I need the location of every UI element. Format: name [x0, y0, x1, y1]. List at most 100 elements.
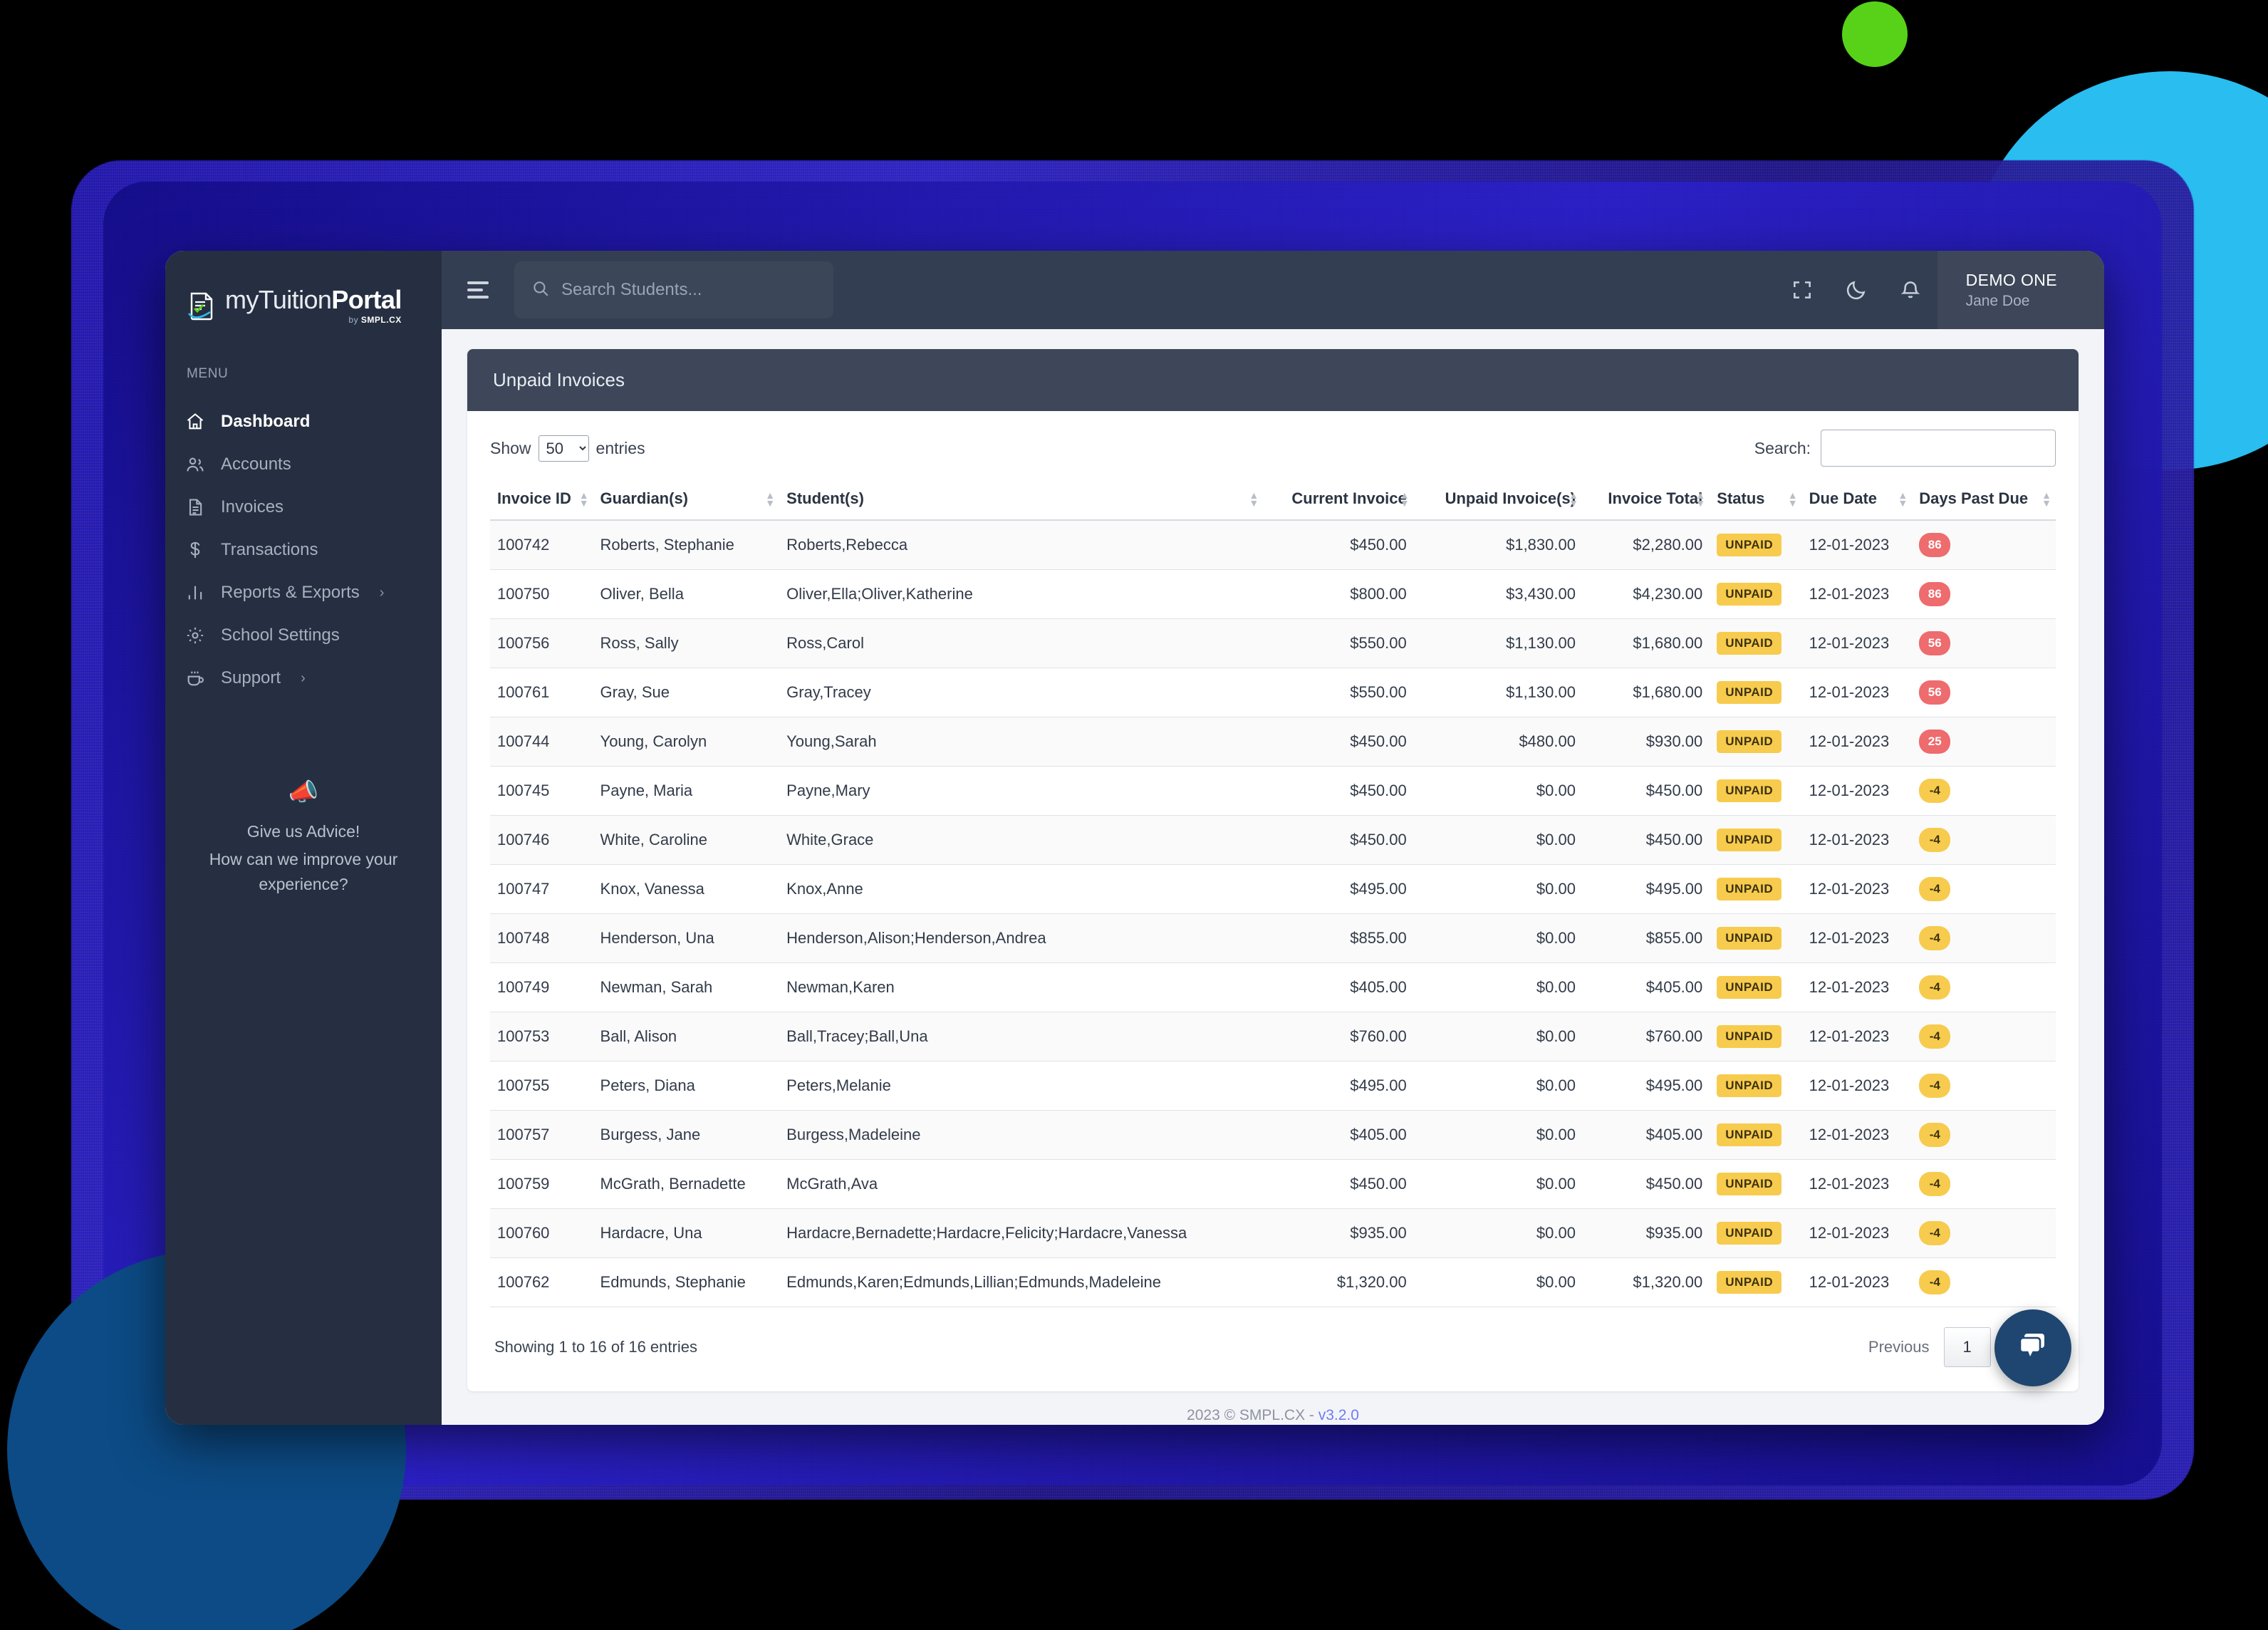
cell-days-past-due: -4	[1912, 1012, 2056, 1061]
sidebar-item-transactions[interactable]: Transactions	[165, 529, 442, 571]
hamburger-icon[interactable]	[467, 279, 493, 301]
col-current-invoice[interactable]: Current Invoice ▲ ▼	[1263, 479, 1414, 521]
col-unpaid-invoices[interactable]: Unpaid Invoice(s) ▲ ▼	[1413, 479, 1583, 521]
sidebar-item-accounts[interactable]: Accounts	[165, 443, 442, 486]
cell-due-date: 12-01-2023	[1801, 618, 1913, 668]
cell-guardians: Oliver, Bella	[593, 569, 780, 619]
table-row[interactable]: 100744 Young, Carolyn Young,Sarah $450.00 $4…	[490, 717, 2056, 767]
app-window: myTuitionPortal by SMPL.CX MENU Dashboar…	[165, 251, 2104, 1425]
table-controls: Show 102550100 entries Search:	[490, 430, 2056, 467]
cell-unpaid-invoices: $480.00	[1413, 717, 1583, 767]
cell-status: UNPAID	[1710, 668, 1802, 717]
table-search-control[interactable]: Search:	[1754, 430, 2056, 467]
status-badge: UNPAID	[1717, 1173, 1782, 1195]
cell-unpaid-invoices: $3,430.00	[1413, 569, 1583, 619]
table-row[interactable]: 100755 Peters, Diana Peters,Melanie $495.00…	[490, 1061, 2056, 1111]
col-due-date[interactable]: Due Date ▲ ▼	[1801, 479, 1913, 521]
top-bar-right: DEMO ONE Jane Doe	[1775, 251, 2104, 329]
sidebar-item-school-settings[interactable]: School Settings	[165, 614, 442, 657]
table-row[interactable]: 100757 Burgess, Jane Burgess,Madeleine $405…	[490, 1110, 2056, 1160]
cell-invoice-id: 100748	[490, 913, 593, 963]
cell-current-invoice: $405.00	[1263, 962, 1414, 1012]
cell-invoice-id: 100745	[490, 766, 593, 816]
cell-current-invoice: $800.00	[1263, 569, 1414, 619]
table-row[interactable]: 100750 Oliver, Bella Oliver,Ella;Oliver,Ka…	[490, 569, 2056, 619]
cell-students: Young,Sarah	[779, 717, 1264, 767]
table-row[interactable]: 100742 Roberts, Stephanie Roberts,Rebecca $…	[490, 520, 2056, 570]
showing-entries-info: Showing 1 to 16 of 16 entries	[494, 1338, 697, 1356]
sort-icon: ▲ ▼	[1898, 489, 1908, 509]
table-row[interactable]: 100746 White, Caroline White,Grace $450.00 $…	[490, 815, 2056, 865]
cell-days-past-due: -4	[1912, 1159, 2056, 1209]
sidebar-item-invoices[interactable]: Invoices	[165, 486, 442, 529]
page-length-control[interactable]: Show 102550100 entries	[490, 435, 645, 462]
sidebar-item-dashboard[interactable]: Dashboard	[165, 400, 442, 443]
cell-unpaid-invoices: $0.00	[1413, 766, 1583, 816]
table-row[interactable]: 100745 Payne, Maria Payne,Mary $450.00 $0.00…	[490, 766, 2056, 816]
page-length-select[interactable]: 102550100	[538, 435, 589, 462]
cell-invoice-total: $760.00	[1582, 1012, 1710, 1061]
status-badge: UNPAID	[1717, 534, 1782, 556]
pagination-previous[interactable]: Previous	[1854, 1328, 1944, 1366]
fullscreen-icon[interactable]	[1775, 279, 1829, 301]
col-invoice-id[interactable]: Invoice ID ▲ ▼	[490, 479, 593, 521]
sidebar-item-support[interactable]: Support ›	[165, 657, 442, 700]
card-body: Show 102550100 entries Search:	[467, 411, 2079, 1391]
status-badge: UNPAID	[1717, 730, 1782, 753]
chat-widget-button[interactable]	[1994, 1309, 2071, 1386]
cell-current-invoice: $855.00	[1263, 913, 1414, 963]
col-students[interactable]: Student(s) ▲ ▼	[779, 479, 1264, 521]
cell-invoice-id: 100762	[490, 1257, 593, 1307]
sidebar-item-reports-exports[interactable]: Reports & Exports ›	[165, 571, 442, 614]
table-row[interactable]: 100747 Knox, Vanessa Knox,Anne $495.00 $0.00…	[490, 864, 2056, 914]
cell-invoice-id: 100753	[490, 1012, 593, 1061]
table-row[interactable]: 100753 Ball, Alison Ball,Tracey;Ball,Una $7…	[490, 1012, 2056, 1061]
cell-invoice-total: $930.00	[1582, 717, 1710, 767]
col-guardians[interactable]: Guardian(s) ▲ ▼	[593, 479, 780, 521]
table-row[interactable]: 100762 Edmunds, Stephanie Edmunds,Karen;Ed…	[490, 1257, 2056, 1307]
table-row[interactable]: 100760 Hardacre, Una Hardacre,Bernadette;H…	[490, 1208, 2056, 1258]
table-row[interactable]: 100756 Ross, Sally Ross,Carol $550.00 $1,130…	[490, 618, 2056, 668]
gear-icon	[185, 625, 205, 645]
table-row[interactable]: 100759 McGrath, Bernadette McGrath,Ava $450…	[490, 1159, 2056, 1209]
pagination-page-1[interactable]: 1	[1943, 1327, 1991, 1367]
cell-invoice-total: $405.00	[1582, 962, 1710, 1012]
cell-invoice-id: 100742	[490, 520, 593, 570]
status-badge: UNPAID	[1717, 1074, 1782, 1097]
col-status[interactable]: Status ▲ ▼	[1710, 479, 1802, 521]
days-past-due-badge: -4	[1919, 1172, 1951, 1196]
unpaid-invoices-card: Unpaid Invoices Show 102550100 entries S…	[467, 349, 2079, 1391]
table-row[interactable]: 100761 Gray, Sue Gray,Tracey $550.00 $1,130.…	[490, 668, 2056, 717]
cell-status: UNPAID	[1710, 569, 1802, 619]
col-days-past-due[interactable]: Days Past Due ▲ ▼	[1912, 479, 2056, 521]
advice-panel[interactable]: 📣 Give us Advice! How can we improve you…	[165, 778, 442, 896]
cell-guardians: White, Caroline	[593, 815, 780, 865]
brand-logo-block[interactable]: myTuitionPortal by SMPL.CX	[165, 251, 442, 329]
sidebar-item-label: Reports & Exports	[221, 583, 360, 602]
cell-current-invoice: $550.00	[1263, 668, 1414, 717]
col-invoice-total[interactable]: Invoice Total ▲ ▼	[1582, 479, 1710, 521]
cell-due-date: 12-01-2023	[1801, 668, 1913, 717]
cell-invoice-id: 100756	[490, 618, 593, 668]
show-label: Show	[490, 438, 531, 457]
cell-status: UNPAID	[1710, 717, 1802, 767]
moon-icon[interactable]	[1829, 279, 1883, 301]
user-menu[interactable]: DEMO ONE Jane Doe	[1937, 251, 2104, 329]
table-search-input[interactable]	[1821, 430, 2056, 467]
content-area: Unpaid Invoices Show 102550100 entries S…	[442, 329, 2104, 1425]
cell-invoice-total: $1,320.00	[1582, 1257, 1710, 1307]
cell-unpaid-invoices: $0.00	[1413, 1012, 1583, 1061]
table-row[interactable]: 100748 Henderson, Una Henderson,Alison;Hen…	[490, 913, 2056, 963]
cell-current-invoice: $450.00	[1263, 717, 1414, 767]
table-row[interactable]: 100749 Newman, Sarah Newman,Karen $405.00 $0…	[490, 962, 2056, 1012]
cell-unpaid-invoices: $1,830.00	[1413, 520, 1583, 570]
cell-guardians: Hardacre, Una	[593, 1208, 780, 1258]
global-search[interactable]	[514, 261, 833, 318]
search-input[interactable]	[561, 280, 816, 300]
bell-icon[interactable]	[1883, 279, 1937, 301]
status-badge: UNPAID	[1717, 976, 1782, 999]
cell-days-past-due: -4	[1912, 1061, 2056, 1111]
sidebar-item-label: Invoices	[221, 497, 284, 516]
cell-days-past-due: 86	[1912, 520, 2056, 570]
megaphone-icon: 📣	[288, 779, 319, 806]
